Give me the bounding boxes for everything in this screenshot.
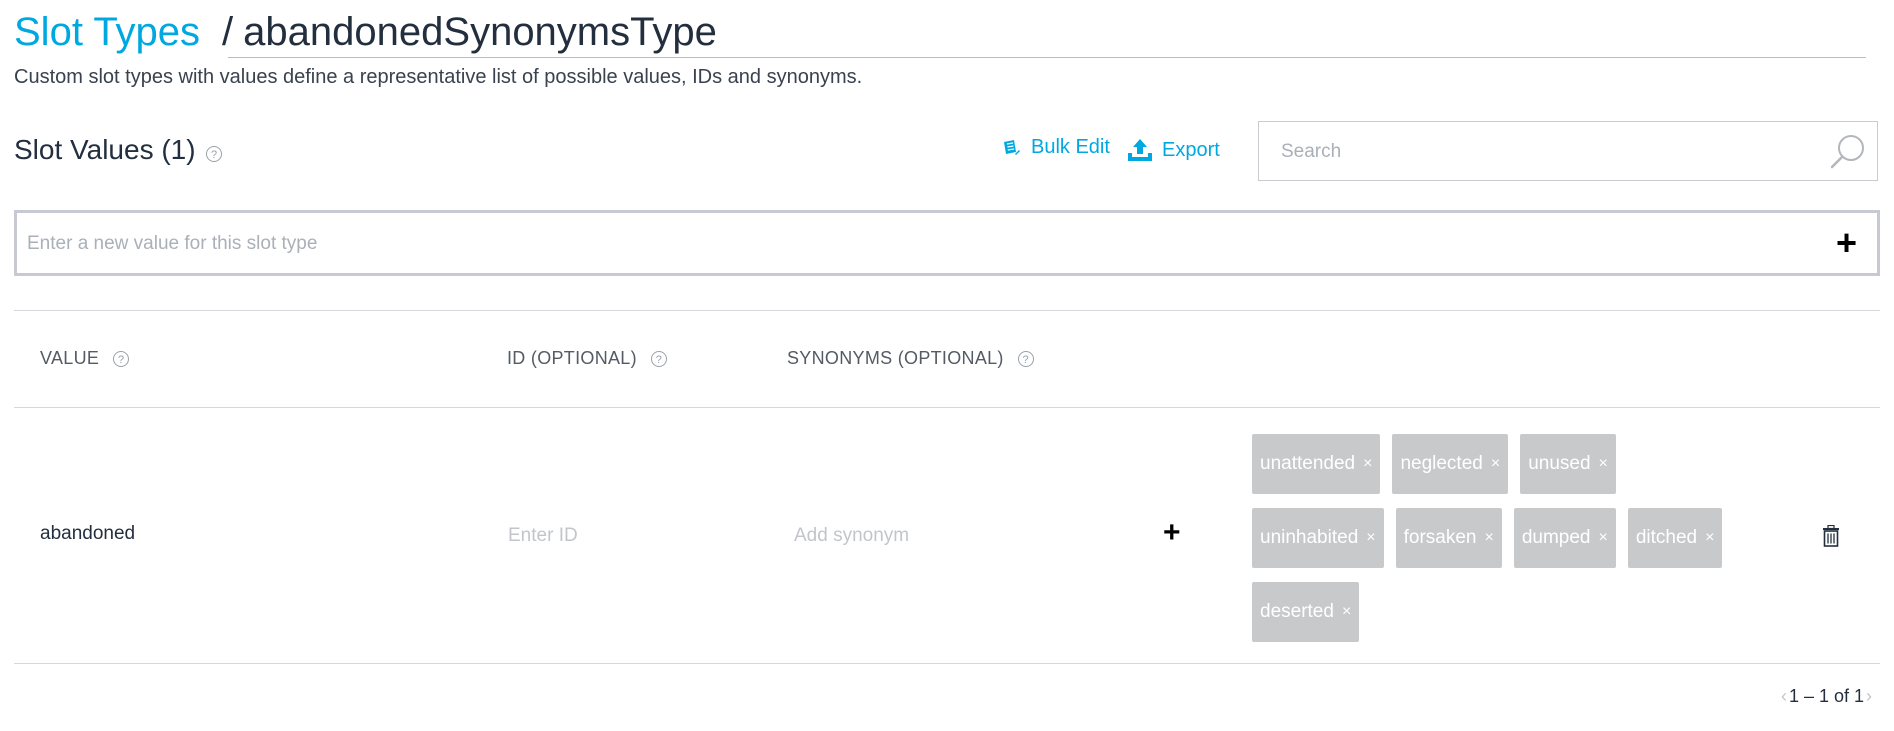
synonym-chip: deserted × — [1252, 582, 1360, 642]
synonym-chip-label: deserted — [1260, 601, 1334, 622]
synonym-chip-label: dumped — [1521, 527, 1591, 548]
synonym-chip-label: unattended — [1260, 453, 1356, 474]
column-header-label: ID (OPTIONAL) — [507, 348, 637, 368]
new-value-box: + — [14, 210, 1880, 276]
table-divider-top — [14, 310, 1880, 311]
remove-synonym-button[interactable]: × — [1484, 529, 1493, 547]
table-header-divider — [14, 407, 1880, 408]
remove-synonym-button[interactable]: × — [1599, 529, 1608, 547]
synonym-input[interactable] — [792, 520, 1096, 552]
help-icon[interactable]: ? — [650, 350, 667, 367]
synonym-chip: forsaken × — [1395, 508, 1502, 568]
pagination-text: 1 – 1 of 1 — [1788, 686, 1864, 706]
synonym-chip-label: forsaken — [1403, 527, 1477, 548]
bulk-edit-button[interactable]: Bulk Edit — [1001, 136, 1110, 159]
synonym-chip: ditched × — [1627, 508, 1723, 568]
search-input[interactable] — [1279, 122, 1813, 182]
chevron-right-icon[interactable]: › — [1866, 686, 1872, 707]
page-title: abandonedSynonymsType — [243, 10, 717, 54]
remove-synonym-button[interactable]: × — [1366, 529, 1375, 547]
synonym-chip-label: uninhabited — [1260, 527, 1359, 548]
slot-values-title: Slot Values (1) — [14, 134, 196, 165]
search-box — [1258, 121, 1878, 182]
slot-value-text[interactable]: abandoned — [40, 523, 135, 545]
synonym-chips: unattended × neglected × unused × uninha… — [1252, 434, 1812, 656]
remove-synonym-button[interactable]: × — [1599, 455, 1608, 473]
column-header-label: VALUE — [40, 348, 100, 368]
synonym-chip-label: ditched — [1635, 527, 1698, 548]
remove-synonym-button[interactable]: × — [1363, 455, 1372, 473]
chip-row: unattended × neglected × unused × — [1252, 434, 1812, 494]
bulk-edit-icon — [1004, 139, 1020, 155]
chevron-left-icon[interactable]: ‹ — [1781, 686, 1787, 707]
header-divider — [228, 57, 1866, 58]
add-value-button[interactable]: + — [1836, 225, 1857, 261]
bulk-edit-label: Bulk Edit — [1031, 136, 1110, 158]
help-icon[interactable]: ? — [206, 146, 222, 162]
breadcrumb-separator: / — [222, 10, 234, 54]
column-header-synonyms: SYNONYMS (OPTIONAL) ? — [787, 348, 1034, 369]
synonym-chip: uninhabited × — [1252, 508, 1384, 568]
column-header-id: ID (OPTIONAL) ? — [507, 348, 667, 369]
breadcrumb: Slot Types / abandonedSynonymsType — [14, 8, 717, 56]
new-value-input[interactable] — [25, 213, 1809, 275]
column-header-value: VALUE ? — [40, 348, 130, 369]
breadcrumb-link-slot-types[interactable]: Slot Types — [14, 10, 200, 54]
pagination: ‹ 1 – 1 of 1 › — [1781, 686, 1872, 707]
synonym-chip: dumped × — [1513, 508, 1616, 568]
help-icon[interactable]: ? — [113, 350, 130, 367]
trash-icon[interactable] — [1822, 525, 1840, 547]
chip-row: deserted × — [1252, 582, 1812, 642]
synonym-chip: unattended × — [1252, 434, 1381, 494]
synonym-chip-label: neglected — [1400, 453, 1483, 474]
remove-synonym-button[interactable]: × — [1342, 603, 1351, 621]
export-button[interactable]: Export — [1126, 137, 1220, 163]
search-icon[interactable] — [1829, 133, 1867, 171]
add-synonym-button[interactable]: + — [1163, 518, 1181, 548]
remove-synonym-button[interactable]: × — [1491, 455, 1500, 473]
export-label: Export — [1162, 138, 1220, 161]
synonym-chip: unused × — [1520, 434, 1616, 494]
page-subtitle: Custom slot types with values define a r… — [14, 66, 863, 88]
synonym-chip: neglected × — [1392, 434, 1509, 494]
help-icon[interactable]: ? — [1017, 350, 1034, 367]
id-input[interactable] — [506, 520, 750, 552]
upload-icon — [1128, 139, 1152, 161]
remove-synonym-button[interactable]: × — [1705, 529, 1714, 547]
column-header-label: SYNONYMS (OPTIONAL) — [787, 348, 1004, 368]
chip-row: uninhabited × forsaken × dumped × ditche… — [1252, 508, 1812, 568]
table-divider-bottom — [14, 663, 1880, 664]
synonym-chip-label: unused — [1528, 453, 1591, 474]
